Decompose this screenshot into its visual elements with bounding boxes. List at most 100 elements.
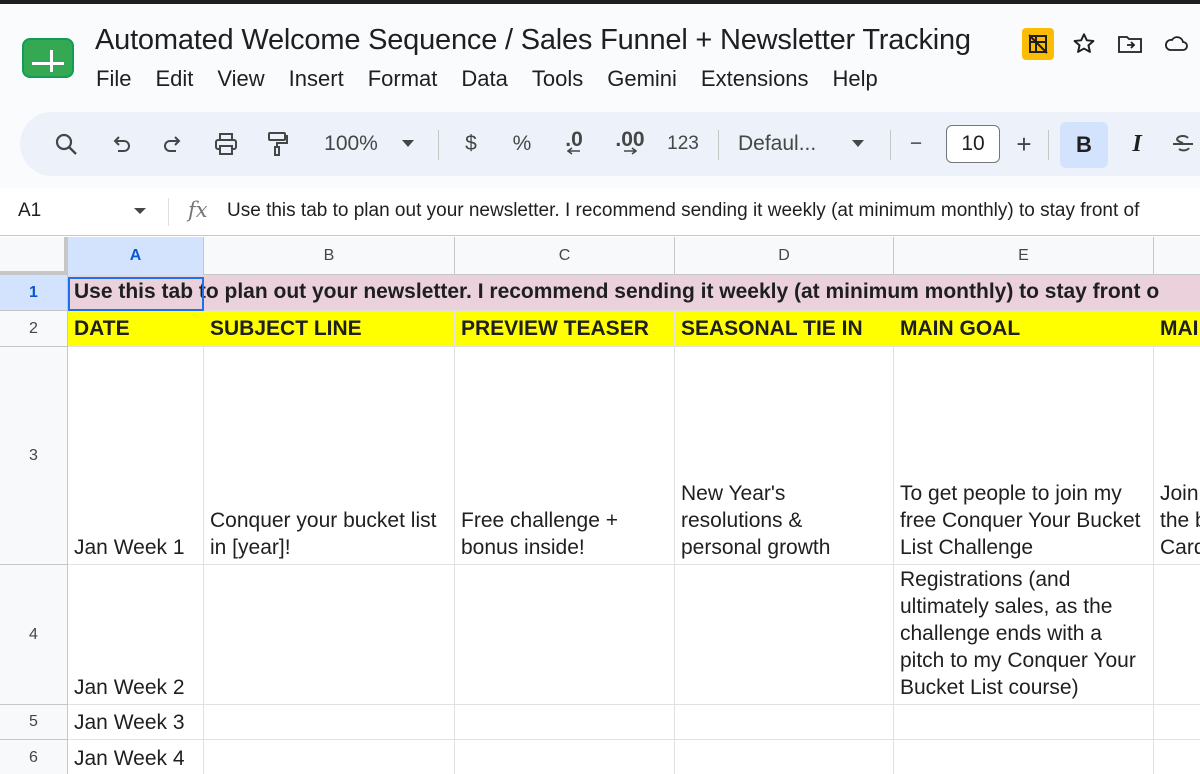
redo-icon[interactable] (156, 112, 190, 176)
decrease-font-size-button[interactable]: − (904, 112, 928, 176)
cell-column-f[interactable] (1154, 705, 1200, 740)
column-header-a[interactable]: A (68, 237, 204, 275)
menu-gemini[interactable]: Gemini (595, 64, 689, 94)
cell-subject-line[interactable] (204, 565, 455, 705)
menu-view[interactable]: View (205, 64, 276, 94)
row-header-2[interactable]: 2 (0, 311, 68, 347)
zoom-dropdown-icon[interactable] (398, 112, 418, 176)
menu-help[interactable]: Help (821, 64, 890, 94)
row-header-1[interactable]: 1 (0, 275, 68, 311)
cloud-status-icon[interactable] (1160, 28, 1192, 60)
menu-file[interactable]: File (84, 64, 143, 94)
cell-seasonal-tie-in[interactable] (675, 740, 894, 774)
toolbar-divider (890, 130, 891, 160)
italic-button[interactable]: I (1124, 112, 1150, 176)
currency-format-button[interactable]: $ (460, 112, 482, 176)
toolbar-area: 100% $ % .0 .00 123 Defaul... − 10 + B I (0, 108, 1200, 188)
menu-extensions[interactable]: Extensions (689, 64, 821, 94)
column-header-e[interactable]: E (894, 237, 1154, 275)
percent-format-button[interactable]: % (510, 112, 534, 176)
header-seasonal-tie-in[interactable]: SEASONAL TIE IN (675, 311, 894, 347)
search-icon[interactable] (48, 112, 84, 176)
name-box-dropdown-icon[interactable] (134, 208, 146, 214)
menu-tools[interactable]: Tools (520, 64, 595, 94)
formula-input[interactable]: Use this tab to plan out your newsletter… (227, 200, 1139, 222)
cell-seasonal-tie-in[interactable]: New Year's resolutions & personal growth (675, 347, 894, 565)
number-format-button[interactable]: 123 (664, 112, 702, 176)
toolbar-divider (718, 130, 719, 160)
cell-seasonal-tie-in[interactable] (675, 705, 894, 740)
column-headers: A B C D E (0, 237, 1200, 275)
arrow-right-icon (624, 147, 637, 155)
cell-main-goal[interactable]: To get people to join my free Conquer Yo… (894, 347, 1154, 565)
menu-format[interactable]: Format (356, 64, 450, 94)
formula-divider (168, 198, 169, 226)
column-header-f[interactable] (1154, 237, 1200, 275)
row-header-5[interactable]: 5 (0, 705, 68, 740)
column-header-c[interactable]: C (455, 237, 675, 275)
header-main-goal[interactable]: MAIN GOAL (894, 311, 1154, 347)
font-dropdown-icon[interactable] (848, 112, 868, 176)
formula-bar: A1 fx Use this tab to plan out your news… (0, 188, 1200, 236)
paint-format-icon[interactable] (260, 112, 294, 176)
decrease-decimal-button[interactable]: .0 (556, 112, 592, 176)
star-icon[interactable] (1068, 28, 1100, 60)
row-header-6[interactable]: 6 (0, 740, 68, 774)
cell-subject-line[interactable] (204, 740, 455, 774)
table-row: Jan Week 1 Conquer your bucket list in [… (68, 347, 1200, 565)
header-date[interactable]: DATE (68, 311, 204, 347)
cell-preview-teaser[interactable] (455, 705, 675, 740)
cell-column-f[interactable]: Join the b Card (1154, 347, 1200, 565)
cell-seasonal-tie-in[interactable] (675, 565, 894, 705)
column-header-b[interactable]: B (204, 237, 455, 275)
bold-button[interactable]: B (1060, 122, 1108, 168)
banner-row[interactable]: Use this tab to plan out your newsletter… (68, 275, 1200, 311)
app-header: Automated Welcome Sequence / Sales Funne… (0, 4, 1200, 108)
cell-preview-teaser[interactable] (455, 565, 675, 705)
menu-edit[interactable]: Edit (143, 64, 205, 94)
toolbar-divider (438, 130, 439, 160)
print-icon[interactable] (208, 112, 244, 176)
font-size-input[interactable]: 10 (946, 125, 1000, 163)
toolbar: 100% $ % .0 .00 123 Defaul... − 10 + B I (20, 112, 1200, 176)
cell-date[interactable]: Jan Week 1 (68, 347, 204, 565)
spreadsheet-grid: A B C D E 1 2 3 4 5 6 Use this tab to pl… (0, 237, 1200, 774)
move-to-folder-icon[interactable] (1114, 28, 1146, 60)
header-column-f[interactable]: MAI (1154, 311, 1200, 347)
strikethrough-icon[interactable] (1166, 112, 1200, 176)
menu-data[interactable]: Data (449, 64, 519, 94)
cell-preview-teaser[interactable]: Free challenge + bonus inside! (455, 347, 675, 565)
increase-font-size-button[interactable]: + (1012, 112, 1036, 176)
cell-date[interactable]: Jan Week 4 (68, 740, 204, 774)
header-preview-teaser[interactable]: PREVIEW TEASER (455, 311, 675, 347)
menu-insert[interactable]: Insert (277, 64, 356, 94)
row-header-4[interactable]: 4 (0, 565, 68, 705)
column-header-d[interactable]: D (675, 237, 894, 275)
cell-preview-teaser[interactable] (455, 740, 675, 774)
increase-decimal-label: .00 (615, 128, 645, 151)
font-family-select[interactable]: Defaul... (738, 112, 838, 176)
table-row: Jan Week 3 (68, 705, 1200, 740)
menu-bar: File Edit View Insert Format Data Tools … (84, 64, 890, 94)
cell-main-goal[interactable]: Registrations (and ultimately sales, as … (894, 565, 1154, 705)
header-subject-line[interactable]: SUBJECT LINE (204, 311, 455, 347)
zoom-select[interactable]: 100% (316, 112, 386, 176)
cell-date[interactable]: Jan Week 2 (68, 565, 204, 705)
sheets-logo-icon[interactable] (22, 38, 74, 78)
name-box[interactable]: A1 (18, 200, 41, 222)
increase-decimal-button[interactable]: .00 (610, 112, 650, 176)
cell-main-goal[interactable] (894, 705, 1154, 740)
document-title[interactable]: Automated Welcome Sequence / Sales Funne… (95, 24, 971, 57)
title-actions (1022, 26, 1192, 62)
cell-column-f[interactable] (1154, 565, 1200, 705)
cell-subject-line[interactable] (204, 705, 455, 740)
row-header-3[interactable]: 3 (0, 347, 68, 565)
cell-date[interactable]: Jan Week 3 (68, 705, 204, 740)
cell-column-f[interactable] (1154, 740, 1200, 774)
cell-main-goal[interactable] (894, 740, 1154, 774)
undo-icon[interactable] (104, 112, 138, 176)
decrease-decimal-label: .0 (565, 128, 583, 151)
select-all-corner[interactable] (0, 237, 68, 275)
cell-subject-line[interactable]: Conquer your bucket list in [year]! (204, 347, 455, 565)
hidden-gridlines-icon[interactable] (1022, 28, 1054, 60)
